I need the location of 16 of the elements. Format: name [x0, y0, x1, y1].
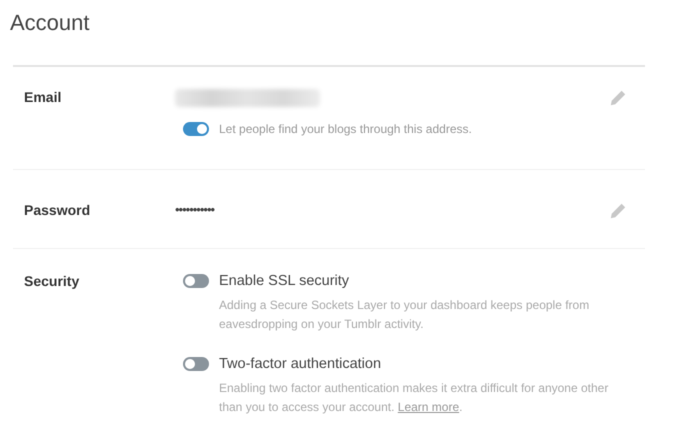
toggle-switch[interactable]: [183, 274, 209, 288]
toggle-switch[interactable]: [183, 357, 209, 371]
toggle-label: Let people find your blogs through this address.: [219, 122, 472, 136]
toggle-switch[interactable]: [183, 122, 209, 136]
field-label: Security: [24, 273, 80, 291]
setting-description: Enabling two factor authentication makes it extra difficult for anyone other than you to access your account. Learn more.: [219, 380, 610, 416]
setting-title: Two-factor authentication: [219, 356, 382, 372]
setting-description: Adding a Secure Sockets Layer to your dashboard keeps people from eavesdropping on your Tumblr activity.: [219, 297, 590, 333]
password-value: •••••••••••: [175, 202, 216, 217]
edit-icon[interactable]: [609, 89, 627, 107]
learn-more-link[interactable]: Learn more: [398, 400, 460, 414]
page-title: Account: [9, 9, 90, 37]
field-label: Password: [24, 202, 92, 220]
edit-icon[interactable]: [609, 202, 627, 220]
setting-title: Enable SSL security: [219, 273, 350, 289]
field-label: Email: [24, 89, 62, 107]
